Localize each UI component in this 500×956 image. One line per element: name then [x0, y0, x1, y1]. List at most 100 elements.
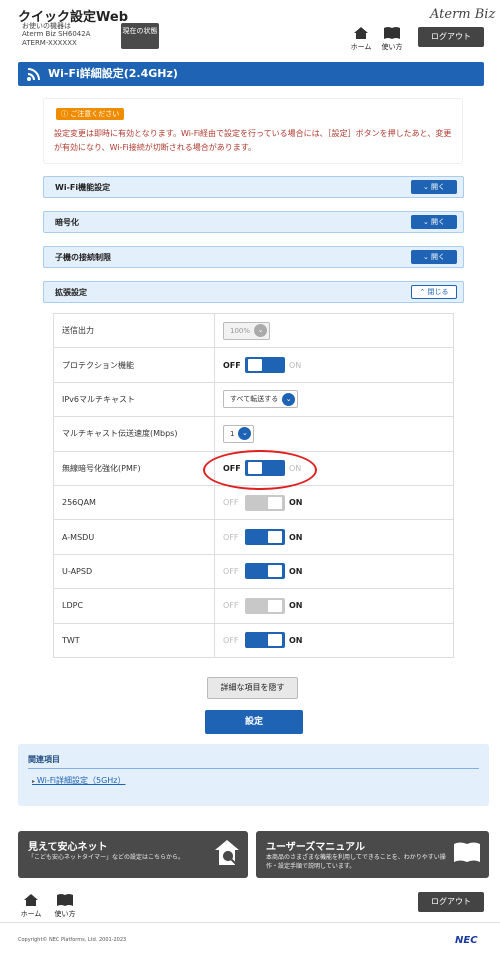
related-link-5ghz[interactable]: ▸ Wi-Fi詳細設定（5GHz）	[32, 775, 126, 786]
row-value: OFF ON	[214, 519, 454, 555]
toggle-track	[245, 597, 285, 614]
header: クイック設定Web お使いの機器は Aterm Biz SH6042A ATER…	[0, 0, 500, 60]
section-open-button[interactable]: ⌄ 開く	[411, 250, 457, 264]
banner-title: ユーザーズマニュアル	[266, 842, 365, 853]
row-label: 送信出力	[53, 312, 215, 349]
home-nav[interactable]: ホーム	[350, 26, 372, 52]
row-label: 無線暗号化強化(PMF)	[53, 450, 215, 486]
table-row: IPv6マルチキャスト すべて転送する ⌄	[53, 381, 454, 418]
row-value: OFF ON	[214, 553, 454, 590]
chevron-down-icon: ⌄	[422, 253, 432, 261]
ipv6-multicast-select[interactable]: すべて転送する ⌄	[223, 390, 299, 409]
nec-logo: NEC	[455, 935, 478, 946]
table-row: U-APSD OFF ON	[53, 553, 454, 590]
home-icon	[24, 894, 38, 906]
current-status-button[interactable]: 現在の状態	[121, 23, 159, 49]
copyright: Copyright© NEC Platforms, Ltd. 2001-2023	[18, 937, 127, 943]
row-label: マルチキャスト伝送速度(Mbps)	[53, 416, 215, 452]
guide-label: 使い方	[381, 43, 403, 51]
row-label: A-MSDU	[53, 519, 215, 555]
toggle-off-label: OFF	[223, 360, 241, 370]
section-encryption[interactable]: 暗号化 ⌄ 開く	[43, 211, 464, 233]
chevron-down-icon: ⌄	[254, 324, 268, 338]
notice-info-icon: ⓘ	[61, 110, 71, 118]
toggle-track	[245, 632, 285, 649]
table-row: 256QAM OFF ON	[53, 484, 454, 521]
home-icon	[354, 27, 368, 39]
book-icon	[454, 842, 480, 862]
divider	[0, 922, 500, 923]
row-value: OFF ON	[214, 484, 454, 521]
section-extended[interactable]: 拡張設定 ⌃ 閉じる	[43, 281, 464, 303]
device-model: Aterm Biz SH6042A	[22, 30, 91, 38]
toggle-off-label: OFF	[223, 532, 239, 542]
toggle-on-label: ON	[289, 498, 303, 508]
wifi-icon	[27, 68, 40, 81]
notice-box: ⓘ ご注意ください 設定変更は即時に有効となります。Wi-Fi経由で設定を行って…	[43, 98, 463, 164]
ldpc-toggle[interactable]: OFF ON	[223, 597, 303, 614]
row-value: 100% ⌄	[214, 312, 454, 349]
table-row: TWT OFF ON	[53, 622, 454, 658]
row-label: TWT	[53, 622, 215, 658]
section-close-button[interactable]: ⌃ 閉じる	[411, 285, 457, 299]
footer-logout-button[interactable]: ログアウト	[418, 892, 484, 912]
row-label: プロテクション機能	[53, 347, 215, 383]
section-label: 子機の接続制限	[55, 253, 111, 262]
multicast-rate-select[interactable]: 1 ⌄	[223, 424, 255, 443]
footer-home-nav[interactable]: ホーム	[20, 893, 42, 919]
banner-desc: 「こども安心ネットタイマー」などの設定はこちらから。	[28, 854, 185, 861]
row-value: OFF ON	[214, 347, 454, 383]
amsdu-toggle[interactable]: OFF ON	[223, 529, 303, 546]
anshin-net-banner[interactable]: 見えて安心ネット 「こども安心ネットタイマー」などの設定はこちらから。	[18, 831, 248, 878]
home-label: ホーム	[350, 43, 372, 51]
house-search-icon	[215, 840, 239, 865]
row-label: 256QAM	[53, 484, 215, 521]
notice-text: 設定変更は即時に有効となります。Wi-Fi経由で設定を行っている場合には、［設定…	[54, 129, 452, 152]
toggle-on-label: ON	[289, 360, 302, 370]
chevron-down-icon: ⌄	[282, 392, 296, 406]
book-icon	[57, 894, 73, 906]
select-value: すべて転送する	[230, 395, 279, 404]
apply-button[interactable]: 設定	[205, 710, 303, 734]
toggle-off-label: OFF	[223, 566, 239, 576]
table-row: LDPC OFF ON	[53, 588, 454, 624]
twt-toggle[interactable]: OFF ON	[223, 632, 303, 649]
toggle-track	[245, 563, 285, 580]
logout-button[interactable]: ログアウト	[418, 27, 484, 47]
select-value: 1	[230, 429, 235, 438]
section-open-button[interactable]: ⌄ 開く	[411, 180, 457, 194]
brand-logo: Aterm Biz	[430, 7, 496, 22]
table-row: プロテクション機能 OFF ON	[53, 347, 454, 383]
row-label: U-APSD	[53, 553, 215, 590]
row-label: LDPC	[53, 588, 215, 624]
hide-details-button[interactable]: 詳細な項目を隠す	[207, 677, 298, 699]
chevron-down-icon: ⌄	[422, 183, 432, 191]
chevron-down-icon: ⌄	[422, 218, 432, 226]
users-manual-banner[interactable]: ユーザーズマニュアル 本商品のさまざまな機能を利用してできることを、わかりやすい…	[256, 831, 489, 878]
tx-power-select[interactable]: 100% ⌄	[223, 321, 271, 340]
select-value: 100%	[230, 326, 251, 335]
chevron-down-icon: ⌄	[238, 427, 252, 441]
toggle-on-label: ON	[289, 532, 303, 542]
footer-guide-nav[interactable]: 使い方	[53, 893, 77, 919]
page-title: Wi-Fi詳細設定(2.4GHz)	[48, 67, 178, 80]
section-button-label: 閉じる	[427, 288, 449, 296]
section-open-button[interactable]: ⌄ 開く	[411, 215, 457, 229]
related-items: 関連項目 ▸ Wi-Fi詳細設定（5GHz）	[18, 744, 489, 806]
page-title-bar: Wi-Fi詳細設定(2.4GHz)	[18, 62, 484, 86]
table-row: 送信出力 100% ⌄	[53, 312, 454, 349]
toggle-track	[245, 494, 285, 511]
notice-badge-label: ご注意ください	[70, 110, 120, 118]
row-value: すべて転送する ⌄	[214, 381, 454, 418]
chevron-up-icon: ⌃	[419, 288, 428, 296]
related-link-label: Wi-Fi詳細設定（5GHz）	[36, 776, 126, 785]
table-row: マルチキャスト伝送速度(Mbps) 1 ⌄	[53, 416, 454, 452]
section-connection-limit[interactable]: 子機の接続制限 ⌄ 開く	[43, 246, 464, 268]
section-wifi-function[interactable]: Wi-Fi機能設定 ⌄ 開く	[43, 176, 464, 198]
qam256-toggle[interactable]: OFF ON	[223, 494, 303, 511]
uapsd-toggle[interactable]: OFF ON	[223, 563, 303, 580]
guide-nav[interactable]: 使い方	[380, 26, 404, 52]
toggle-track	[245, 357, 285, 374]
row-value: 1 ⌄	[214, 416, 454, 452]
protection-toggle[interactable]: OFF ON	[223, 357, 302, 374]
